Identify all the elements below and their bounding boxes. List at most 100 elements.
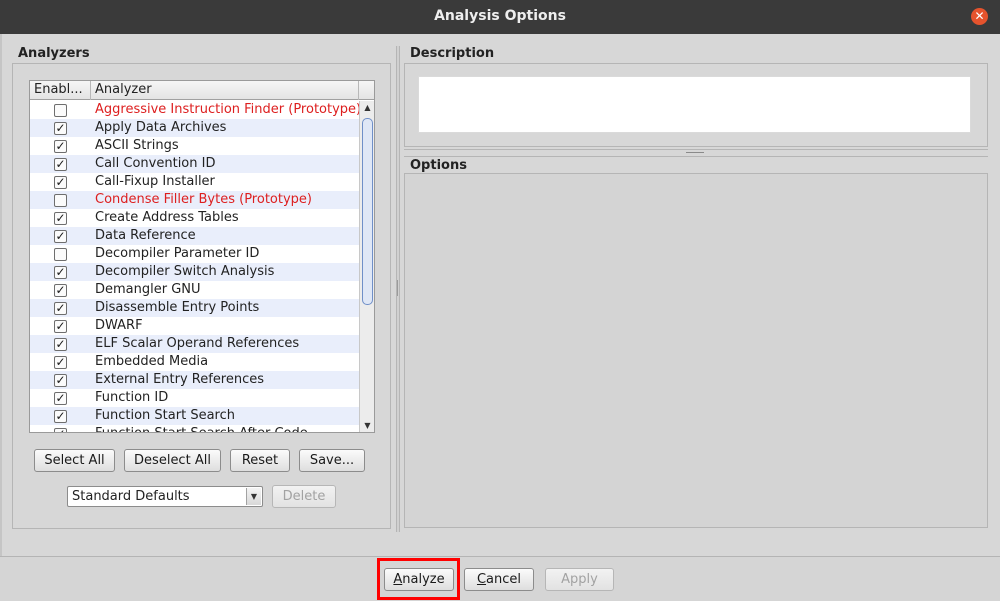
checkmark-icon: ✓ <box>55 319 66 333</box>
enabled-checkbox[interactable]: ✓ <box>54 356 67 369</box>
enabled-checkbox[interactable]: ✓ <box>54 392 67 405</box>
analyzer-name: Disassemble Entry Points <box>95 300 260 315</box>
analyzers-table: Enabl... Analyzer Aggressive Instruction… <box>29 80 375 433</box>
enabled-checkbox[interactable]: ✓ <box>54 410 67 423</box>
delete-button[interactable]: Delete <box>272 485 336 508</box>
column-header-enabled[interactable]: Enabl... <box>30 81 91 100</box>
table-row[interactable]: ✓ Call Convention ID <box>30 155 359 173</box>
enabled-checkbox[interactable]: ✓ <box>54 230 67 243</box>
analyzer-name: Call Convention ID <box>95 156 216 171</box>
enabled-checkbox[interactable] <box>54 194 67 207</box>
analyzer-name: Apply Data Archives <box>95 120 227 135</box>
analyzer-name: DWARF <box>95 318 143 333</box>
analyzer-name: Decompiler Parameter ID <box>95 246 260 261</box>
enabled-checkbox[interactable]: ✓ <box>54 212 67 225</box>
analyzer-name: Data Reference <box>95 228 196 243</box>
table-row[interactable]: ✓ Decompiler Switch Analysis <box>30 263 359 281</box>
enabled-checkbox[interactable] <box>54 248 67 261</box>
analyzer-name: ASCII Strings <box>95 138 179 153</box>
table-row[interactable]: ✓ Function ID <box>30 389 359 407</box>
deselect-all-button[interactable]: Deselect All <box>124 449 221 472</box>
scroll-up-arrow-icon[interactable]: ▲ <box>360 101 374 115</box>
enabled-checkbox[interactable]: ✓ <box>54 320 67 333</box>
analyzers-panel-title: Analyzers <box>18 46 90 61</box>
analyzer-name: Function Start Search After Code <box>95 426 308 432</box>
table-row[interactable]: ✓ Call-Fixup Installer <box>30 173 359 191</box>
enabled-checkbox[interactable]: ✓ <box>54 302 67 315</box>
checkmark-icon: ✓ <box>55 427 65 432</box>
table-scrollbar[interactable]: ▲ ▼ <box>359 101 374 432</box>
analyzer-name: Condense Filler Bytes (Prototype) <box>95 192 312 207</box>
window-title: Analysis Options <box>434 8 566 24</box>
table-row[interactable]: ✓ Disassemble Entry Points <box>30 299 359 317</box>
table-row[interactable]: ✓ Create Address Tables <box>30 209 359 227</box>
table-row[interactable]: Decompiler Parameter ID <box>30 245 359 263</box>
chevron-down-icon[interactable]: ▼ <box>246 488 261 505</box>
checkmark-icon: ✓ <box>55 265 66 279</box>
checkmark-icon: ✓ <box>55 337 66 351</box>
enabled-checkbox[interactable] <box>54 104 67 117</box>
table-row[interactable]: ✓ Function Start Search <box>30 407 359 425</box>
cancel-label: ancel <box>486 572 522 587</box>
enabled-checkbox[interactable]: ✓ <box>54 284 67 297</box>
close-icon[interactable]: ✕ <box>971 8 988 25</box>
profile-select-value: Standard Defaults <box>72 489 190 504</box>
profile-select[interactable]: Standard Defaults ▼ <box>67 486 263 507</box>
checkmark-icon: ✓ <box>55 409 66 423</box>
options-panel <box>404 173 988 528</box>
table-row[interactable]: ✓ Function Start Search After Code <box>30 425 359 432</box>
table-row[interactable]: ✓ Apply Data Archives <box>30 119 359 137</box>
splitter-grip[interactable] <box>686 152 704 154</box>
splitter-grip[interactable] <box>397 280 399 296</box>
analyzer-name: Embedded Media <box>95 354 209 369</box>
checkmark-icon: ✓ <box>55 283 66 297</box>
analyzer-name: Demangler GNU <box>95 282 201 297</box>
checkmark-icon: ✓ <box>55 355 66 369</box>
analyzer-name: Function Start Search <box>95 408 235 423</box>
enabled-checkbox[interactable]: ✓ <box>54 140 67 153</box>
analyzer-name: Function ID <box>95 390 169 405</box>
checkmark-icon: ✓ <box>55 229 66 243</box>
horizontal-splitter[interactable] <box>404 149 988 157</box>
apply-button[interactable]: Apply <box>545 568 614 591</box>
checkmark-icon: ✓ <box>55 139 66 153</box>
description-text-area <box>418 76 971 133</box>
select-all-button[interactable]: Select All <box>34 449 115 472</box>
analyze-highlight-box <box>377 558 460 600</box>
cancel-button[interactable]: Cancel <box>464 568 534 591</box>
checkmark-icon: ✓ <box>55 211 66 225</box>
analyzer-name: Aggressive Instruction Finder (Prototype… <box>95 102 359 117</box>
enabled-checkbox[interactable]: ✓ <box>54 122 67 135</box>
analyzer-name: Create Address Tables <box>95 210 239 225</box>
vertical-splitter[interactable] <box>396 46 400 532</box>
table-row[interactable]: Aggressive Instruction Finder (Prototype… <box>30 101 359 119</box>
analyzers-table-body: Aggressive Instruction Finder (Prototype… <box>30 101 359 432</box>
scroll-down-arrow-icon[interactable]: ▼ <box>360 419 374 432</box>
title-bar: Analysis Options ✕ <box>0 0 1000 34</box>
table-row[interactable]: ✓ Data Reference <box>30 227 359 245</box>
checkmark-icon: ✓ <box>55 157 66 171</box>
table-row[interactable]: ✓ Embedded Media <box>30 353 359 371</box>
enabled-checkbox[interactable]: ✓ <box>54 176 67 189</box>
enabled-checkbox[interactable]: ✓ <box>54 427 67 432</box>
description-panel-title: Description <box>410 46 495 61</box>
enabled-checkbox[interactable]: ✓ <box>54 158 67 171</box>
options-panel-title: Options <box>410 158 467 173</box>
enabled-checkbox[interactable]: ✓ <box>54 374 67 387</box>
analyzer-name: External Entry References <box>95 372 265 387</box>
enabled-checkbox[interactable]: ✓ <box>54 266 67 279</box>
table-row[interactable]: ✓ External Entry References <box>30 371 359 389</box>
table-row[interactable]: ✓ ELF Scalar Operand References <box>30 335 359 353</box>
table-row[interactable]: ✓ Demangler GNU <box>30 281 359 299</box>
table-header: Enabl... Analyzer <box>30 81 374 100</box>
analyzer-name: Call-Fixup Installer <box>95 174 215 189</box>
checkmark-icon: ✓ <box>55 391 66 405</box>
table-row[interactable]: Condense Filler Bytes (Prototype) <box>30 191 359 209</box>
reset-button[interactable]: Reset <box>230 449 290 472</box>
scrollbar-thumb[interactable] <box>362 118 373 305</box>
save-button[interactable]: Save... <box>299 449 365 472</box>
enabled-checkbox[interactable]: ✓ <box>54 338 67 351</box>
table-row[interactable]: ✓ DWARF <box>30 317 359 335</box>
column-header-analyzer[interactable]: Analyzer <box>91 81 359 100</box>
table-row[interactable]: ✓ ASCII Strings <box>30 137 359 155</box>
